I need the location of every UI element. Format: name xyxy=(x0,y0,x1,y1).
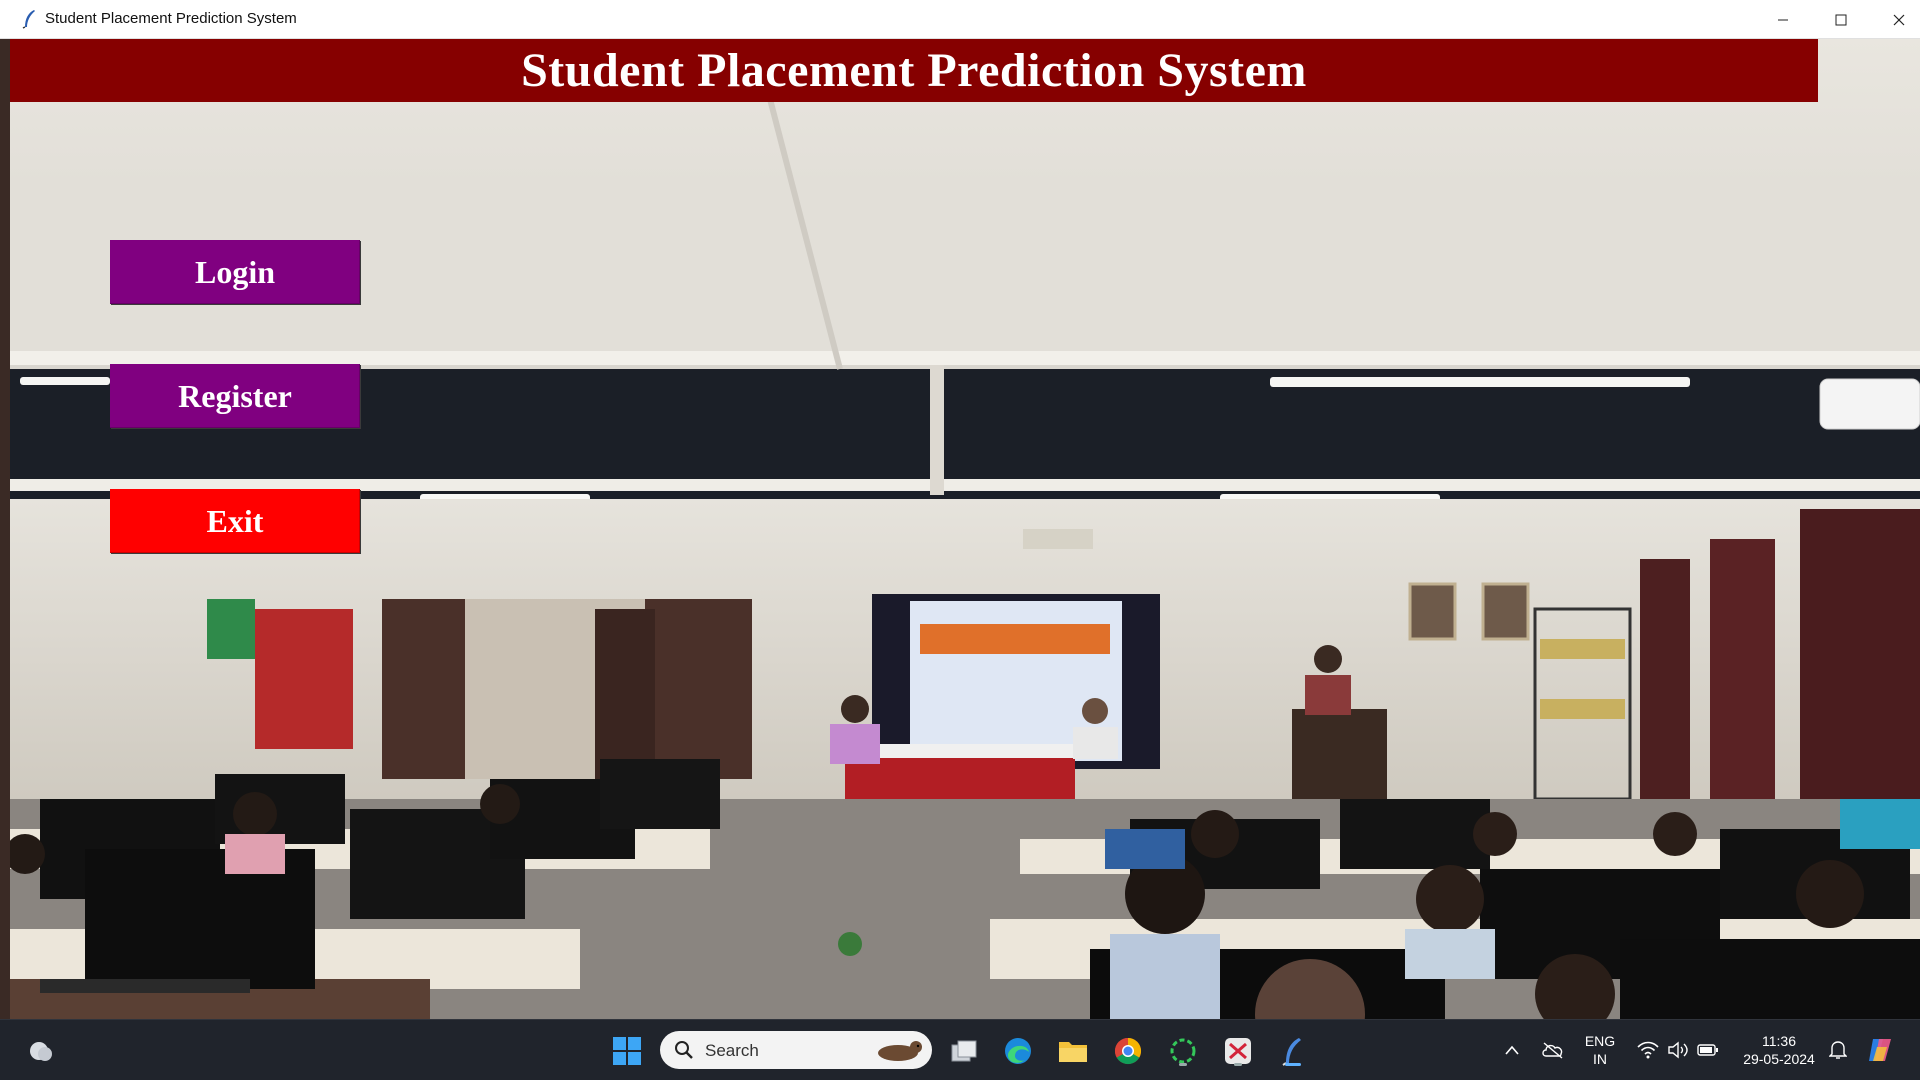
feather-app-icon xyxy=(22,10,35,29)
minimize-icon xyxy=(1778,19,1788,20)
show-hidden-icons-button[interactable] xyxy=(1500,1036,1524,1064)
taskbar-search[interactable]: Search xyxy=(660,1031,932,1069)
maximize-button[interactable] xyxy=(1812,0,1870,39)
running-indicator xyxy=(1234,1063,1242,1066)
notifications-button[interactable] xyxy=(1824,1036,1852,1064)
register-button[interactable]: Register xyxy=(110,364,360,428)
clock-date: 29-05-2024 xyxy=(1743,1051,1815,1067)
wifi-icon xyxy=(1637,1041,1659,1059)
loading-app-button[interactable] xyxy=(1163,1032,1203,1070)
start-button[interactable] xyxy=(608,1032,646,1070)
file-explorer-icon xyxy=(1059,1042,1087,1062)
window-title: Student Placement Prediction System xyxy=(45,10,297,27)
edge-button[interactable] xyxy=(998,1032,1038,1070)
close-button[interactable] xyxy=(1870,0,1920,39)
bell-icon xyxy=(1829,1041,1847,1059)
login-button[interactable]: Login xyxy=(110,240,360,304)
task-view-icon xyxy=(951,1040,977,1062)
close-icon xyxy=(1893,14,1905,25)
clock-time: 11:36 xyxy=(1762,1033,1796,1049)
page-title: Student Placement Prediction System xyxy=(521,44,1307,97)
wifi-button[interactable] xyxy=(1634,1036,1662,1064)
region-code: IN xyxy=(1593,1051,1607,1067)
active-indicator xyxy=(1285,1063,1301,1066)
cloud-offline-icon xyxy=(1542,1042,1563,1059)
volume-icon xyxy=(1668,1041,1688,1059)
snipping-tool-button[interactable] xyxy=(1218,1032,1258,1070)
loading-app-icon xyxy=(1170,1038,1196,1064)
taskbar: Search ENG IN 11:36 29-05-2024 xyxy=(0,1019,1920,1080)
volume-button[interactable] xyxy=(1664,1036,1692,1064)
onedrive-button[interactable] xyxy=(1538,1036,1568,1064)
python-feather-icon xyxy=(1282,1038,1301,1066)
copilot-button[interactable] xyxy=(1862,1032,1898,1068)
window-left-edge xyxy=(0,39,10,1019)
maximize-icon xyxy=(1835,14,1847,25)
edge-icon xyxy=(1005,1038,1031,1064)
exit-button[interactable]: Exit xyxy=(110,489,360,553)
running-indicator xyxy=(1179,1063,1187,1066)
app-window: Student Placement Prediction System Logi… xyxy=(10,39,1920,1019)
start-icon xyxy=(613,1037,641,1065)
chrome-button[interactable] xyxy=(1108,1032,1148,1070)
search-highlight-icon xyxy=(878,1041,922,1061)
clock[interactable]: 11:36 29-05-2024 xyxy=(1734,1032,1824,1068)
window-title-bar: Student Placement Prediction System xyxy=(0,0,1920,39)
snipping-tool-icon xyxy=(1225,1038,1251,1064)
minimize-button[interactable] xyxy=(1754,0,1812,39)
battery-button[interactable] xyxy=(1694,1036,1722,1064)
weather-widget[interactable] xyxy=(24,1034,58,1068)
language-indicator[interactable]: ENG IN xyxy=(1580,1032,1620,1068)
search-placeholder: Search xyxy=(705,1041,759,1060)
copilot-icon xyxy=(1869,1039,1891,1061)
language-code: ENG xyxy=(1584,1033,1616,1049)
python-app-button[interactable] xyxy=(1273,1032,1313,1070)
weather-icon xyxy=(30,1042,52,1061)
task-view-button[interactable] xyxy=(944,1032,984,1070)
chrome-icon xyxy=(1114,1037,1142,1065)
search-icon xyxy=(675,1041,693,1059)
battery-icon xyxy=(1697,1044,1718,1056)
header-banner: Student Placement Prediction System xyxy=(10,39,1818,102)
file-explorer-button[interactable] xyxy=(1053,1032,1093,1070)
chevron-up-icon xyxy=(1505,1045,1519,1055)
